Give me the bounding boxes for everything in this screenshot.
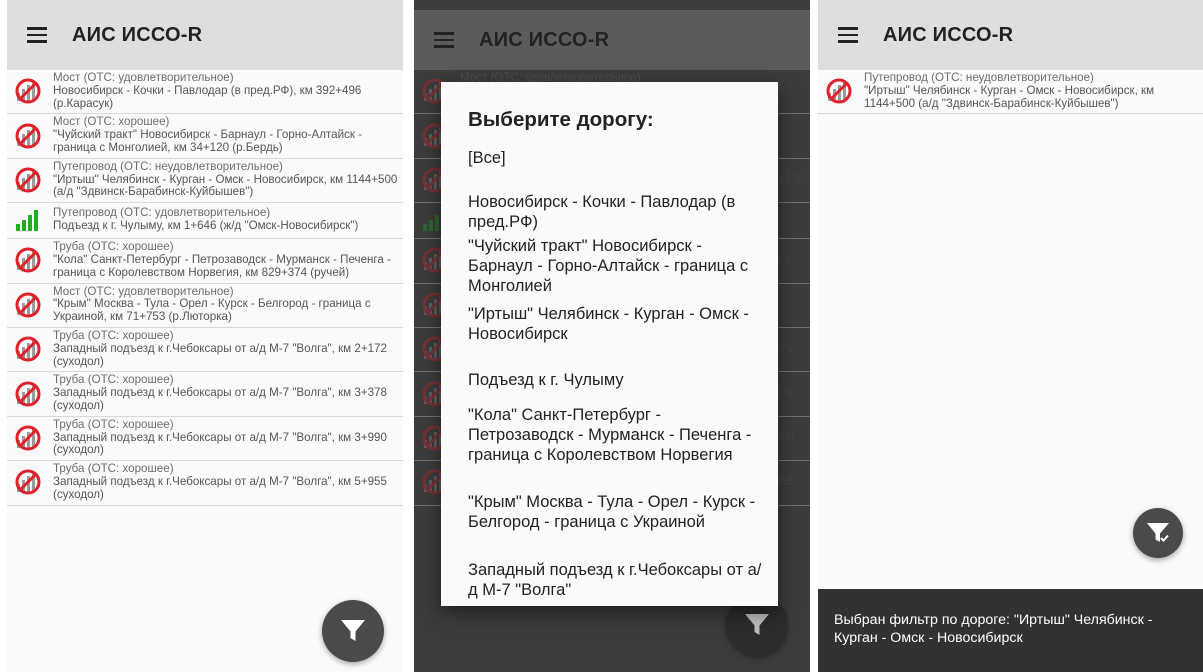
no-signal-icon: [13, 379, 43, 409]
item-description: "Кола" Санкт-Петербург - Петрозаводск - …: [53, 252, 391, 279]
item-title: Путепровод (ОТС: неудовлетворительное): [864, 71, 1094, 84]
filter-active-button[interactable]: [1133, 508, 1183, 558]
no-signal-icon: [13, 290, 43, 320]
no-signal-icon: [13, 423, 43, 453]
snackbar-text: Выбран фильтр по дороге: "Иртыш" Челябин…: [834, 612, 1153, 646]
item-description: Новосибирск - Кочки - Павлодар (в пред.Р…: [53, 83, 362, 110]
no-signal-icon: [13, 245, 43, 275]
no-signal-icon: [13, 76, 43, 106]
no-signal-icon: [13, 334, 43, 364]
no-signal-icon: [13, 121, 43, 151]
app-bar: АИС ИССО-R: [414, 10, 810, 70]
list-item[interactable]: Мост (ОТС: удовлетворительное) Новосибир…: [7, 70, 403, 115]
item-description: Подъезд к г. Чулыму, км 1+646 (ж/д "Омск…: [53, 219, 359, 233]
no-signal-icon: [13, 165, 43, 195]
filtered-object-list: Путепровод (ОТС: неудовлетворительное) "…: [818, 70, 1203, 115]
item-title: Мост (ОТС: удовлетворительное): [53, 71, 234, 84]
list-item[interactable]: Путепровод (ОТС: неудовлетворительное) "…: [818, 70, 1203, 115]
no-signal-icon: [824, 76, 854, 106]
list-item[interactable]: Мост (ОТС: удовлетворительное) "Крым" Мо…: [7, 284, 403, 328]
screen-list: АИС ИССО-R Мост (ОТС: удовлетворительное…: [7, 0, 403, 672]
item-title: Труба (ОТС: хорошее): [53, 328, 174, 342]
app-title: АИС ИССО-R: [479, 28, 610, 51]
signal-bars-icon: [13, 205, 43, 235]
screen-dialog: АИС ИССО-R Мост (ОТС: удовлетворительное…: [414, 0, 810, 672]
hamburger-icon[interactable]: [434, 32, 454, 48]
filter-icon: [745, 614, 769, 635]
dialog-option[interactable]: "Крым" Москва - Тула - Орел - Курск - Бе…: [468, 492, 763, 532]
dialog-option[interactable]: "Чуйский тракт" Новосибирск - Барнаул - …: [468, 236, 763, 296]
item-title: Путепровод (ОТС: неудовлетворительное): [53, 159, 283, 173]
hamburger-icon[interactable]: [838, 27, 858, 43]
dialog-option[interactable]: Новосибирск - Кочки - Павлодар (в пред.Р…: [468, 192, 763, 232]
item-description: "Чуйский тракт" Новосибирск - Барнаул - …: [53, 128, 363, 154]
item-description: Западный подъезд к г.Чебоксары от а/д М-…: [53, 474, 387, 501]
list-item[interactable]: Труба (ОТС: хорошее) Западный подъезд к …: [7, 372, 403, 417]
filter-check-icon: [1147, 523, 1169, 542]
dialog-option[interactable]: "Кола" Санкт-Петербург - Петрозаводск - …: [468, 405, 763, 465]
app-title: АИС ИССО-R: [883, 23, 1014, 46]
item-title: Труба (ОТС: хорошее): [53, 417, 174, 431]
item-description: "Крым" Москва - Тула - Орел - Курск - Бе…: [53, 297, 371, 324]
app-title: АИС ИССО-R: [72, 23, 203, 46]
dialog-option[interactable]: Западный подъезд к г.Чебоксары от а/д М-…: [468, 560, 763, 600]
object-list: Мост (ОТС: удовлетворительное) Новосибир…: [7, 70, 403, 506]
list-item[interactable]: Путепровод (ОТС: неудовлетворительное) "…: [7, 159, 403, 204]
road-select-dialog: Выберите дорогу: [Все] Новосибирск - Коч…: [441, 82, 778, 606]
app-bar: АИС ИССО-R: [818, 0, 1203, 70]
screen-filtered: АИС ИССО-R Путепровод (ОТС: неудовлетвор…: [818, 0, 1203, 672]
app-bar: АИС ИССО-R: [7, 0, 403, 70]
item-description: Западный подъезд к г.Чебоксары от а/д М-…: [53, 341, 387, 368]
item-title: Труба (ОТС: хорошее): [53, 462, 174, 476]
dialog-option[interactable]: Подъезд к г. Чулыму: [468, 370, 763, 390]
item-description: "Иртыш" Челябинск - Курган - Омск - Ново…: [53, 172, 398, 199]
item-description: "Иртыш" Челябинск - Курган - Омск - Ново…: [864, 83, 1155, 110]
hamburger-icon[interactable]: [27, 27, 47, 43]
no-signal-icon: [13, 467, 43, 497]
item-description: Западный подъезд к г.Чебоксары от а/д М-…: [53, 430, 387, 457]
list-item[interactable]: Мост (ОТС: хорошее) "Чуйский тракт" Ново…: [7, 114, 403, 159]
list-item[interactable]: Труба (ОТС: хорошее) Западный подъезд к …: [7, 417, 403, 462]
list-item[interactable]: Труба (ОТС: хорошее) Западный подъезд к …: [7, 328, 403, 373]
item-description: Западный подъезд к г.Чебоксары от а/д М-…: [53, 386, 387, 412]
dialog-option[interactable]: "Иртыш" Челябинск - Курган - Омск - Ново…: [468, 304, 763, 344]
list-item[interactable]: Труба (ОТС: хорошее) "Кола" Санкт-Петерб…: [7, 239, 403, 284]
list-item[interactable]: Путепровод (ОТС: удовлетворительное) Под…: [7, 203, 403, 240]
filter-button[interactable]: [322, 600, 384, 662]
dialog-title: Выберите дорогу:: [468, 108, 654, 131]
list-item[interactable]: Труба (ОТС: хорошее) Западный подъезд к …: [7, 461, 403, 506]
dialog-option[interactable]: [Все]: [468, 148, 763, 168]
snackbar: Выбран фильтр по дороге: "Иртыш" Челябин…: [818, 589, 1203, 672]
filter-icon: [341, 620, 365, 641]
